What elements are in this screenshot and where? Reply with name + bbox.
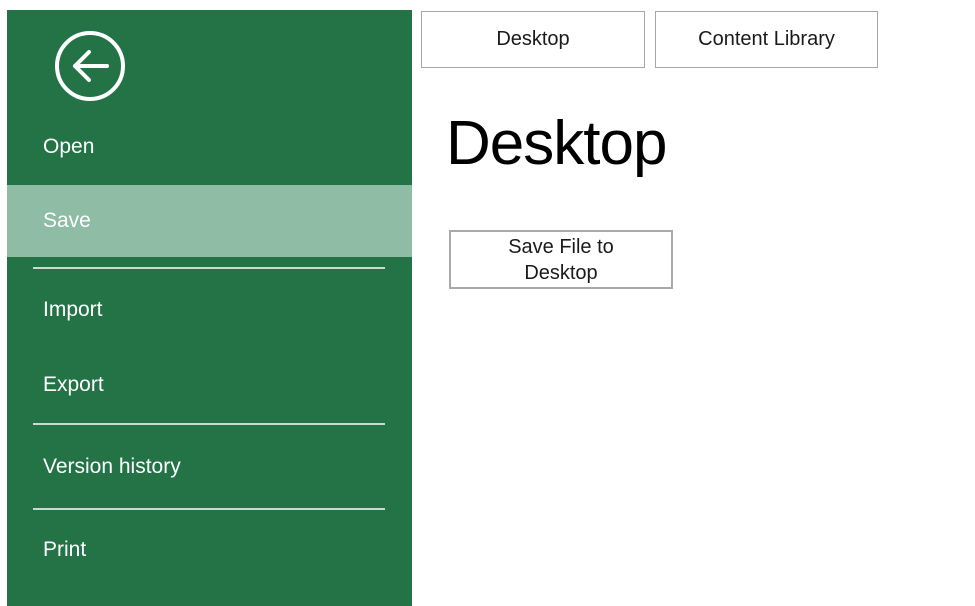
backstage-view: Open Save Import Export Version history …	[0, 0, 975, 606]
tab-desktop[interactable]: Desktop	[421, 11, 645, 68]
save-file-to-desktop-button[interactable]: Save File to Desktop	[449, 230, 673, 289]
sidebar-item-version-history[interactable]: Version history	[7, 447, 412, 487]
page-title: Desktop	[446, 108, 666, 179]
back-arrow-icon	[52, 28, 128, 104]
tab-content-library[interactable]: Content Library	[655, 11, 878, 68]
sidebar-item-open[interactable]: Open	[7, 127, 412, 167]
sidebar-divider	[33, 267, 385, 269]
save-file-button-label: Save File to Desktop	[486, 234, 636, 286]
sidebar-item-import[interactable]: Import	[7, 290, 412, 330]
sidebar: Open Save Import Export Version history …	[7, 10, 412, 606]
sidebar-item-export[interactable]: Export	[7, 365, 412, 405]
sidebar-item-save[interactable]: Save	[7, 185, 412, 257]
sidebar-divider	[33, 508, 385, 510]
back-button[interactable]	[52, 28, 128, 104]
sidebar-item-print[interactable]: Print	[7, 530, 412, 570]
sidebar-divider	[33, 423, 385, 425]
